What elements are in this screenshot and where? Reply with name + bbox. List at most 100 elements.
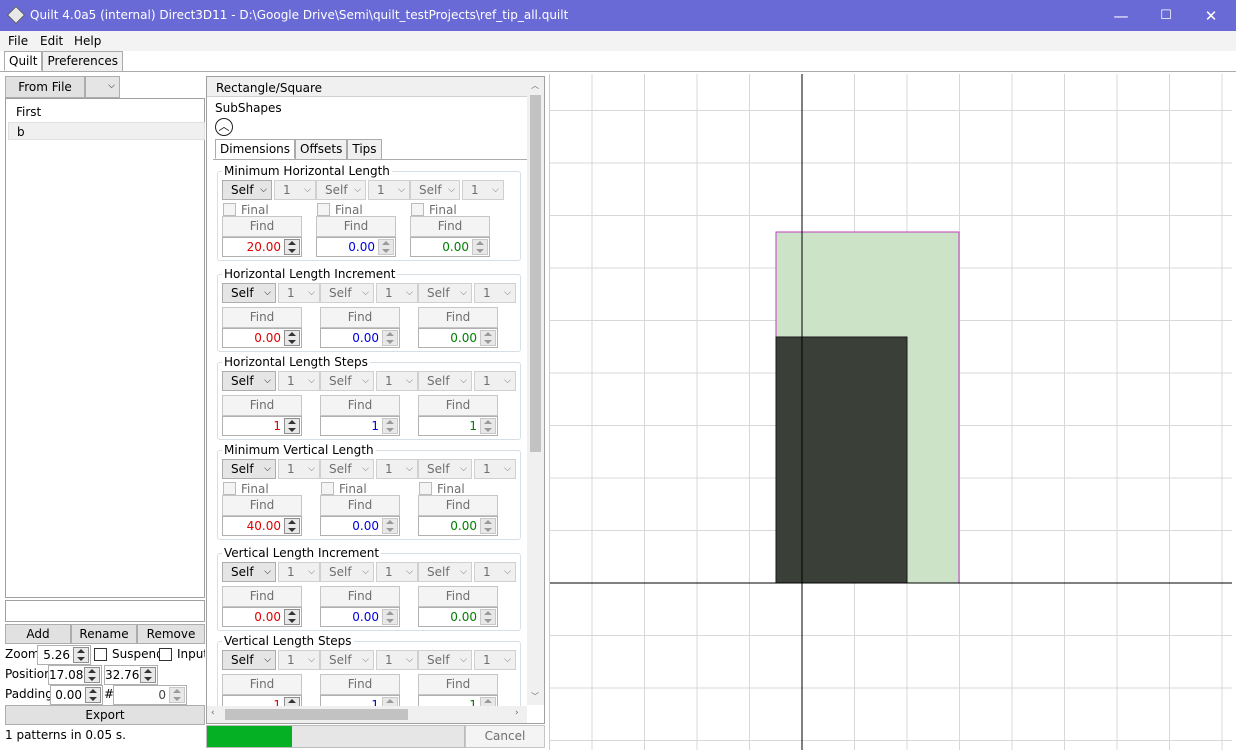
source-combo[interactable]: Self ⌵ (418, 283, 472, 303)
value-input[interactable]: 1 (222, 416, 302, 436)
index-combo[interactable]: 1 ⌵ (368, 180, 410, 200)
hash-input[interactable]: 0 (113, 685, 187, 705)
spinner-icon[interactable] (84, 667, 100, 683)
spinner-icon[interactable] (480, 418, 496, 434)
find-button[interactable]: Find (222, 216, 302, 237)
position-y-input[interactable]: 32.76 (104, 665, 158, 685)
export-button[interactable]: Export (5, 705, 205, 725)
value-input[interactable]: 0.00 (418, 607, 498, 627)
final-checkbox[interactable] (411, 203, 424, 216)
index-combo[interactable]: 1 ⌵ (274, 180, 316, 200)
source-combo[interactable]: Self ⌵ (410, 180, 460, 200)
spinner-icon[interactable] (284, 609, 300, 625)
spinner-icon[interactable] (382, 609, 398, 625)
list-item[interactable]: First (8, 103, 205, 121)
spinner-icon[interactable] (382, 330, 398, 346)
source-combo[interactable]: Self ⌵ (222, 371, 276, 391)
final-checkbox[interactable] (223, 203, 236, 216)
find-button[interactable]: Find (222, 495, 302, 516)
value-input[interactable]: 0.00 (410, 237, 490, 257)
index-combo[interactable]: 1 ⌵ (474, 283, 516, 303)
list-item[interactable]: b (8, 122, 205, 140)
find-button[interactable]: Find (320, 307, 400, 328)
spinner-icon[interactable] (73, 647, 89, 663)
tab-tips[interactable]: Tips (347, 139, 382, 159)
find-button[interactable]: Find (222, 307, 302, 328)
find-button[interactable]: Find (320, 586, 400, 607)
find-button[interactable]: Find (410, 216, 490, 237)
index-combo[interactable]: 1 ⌵ (474, 650, 516, 670)
collapse-icon[interactable]: ︿ (215, 118, 233, 136)
from-file-button[interactable]: From File (5, 76, 85, 98)
index-combo[interactable]: 1 ⌵ (278, 650, 320, 670)
horizontal-scrollbar[interactable]: ‹ › (207, 706, 527, 723)
minimize-button[interactable]: — (1098, 0, 1144, 31)
find-button[interactable]: Find (320, 495, 400, 516)
final-checkbox[interactable] (321, 482, 334, 495)
maximize-button[interactable]: ☐ (1143, 0, 1189, 31)
value-input[interactable]: 0.00 (418, 328, 498, 348)
source-combo[interactable]: Self ⌵ (222, 562, 276, 582)
menu-file[interactable]: File (8, 34, 28, 48)
index-combo[interactable]: 1 ⌵ (376, 562, 418, 582)
scroll-up-icon[interactable]: ︿ (531, 80, 539, 91)
value-input[interactable]: 40.00 (222, 516, 302, 536)
padding-input[interactable]: 0.00 (50, 685, 103, 705)
source-combo[interactable]: Self ⌵ (320, 650, 374, 670)
index-combo[interactable]: 1 ⌵ (474, 459, 516, 479)
source-combo[interactable]: Self ⌵ (316, 180, 366, 200)
index-combo[interactable]: 1 ⌵ (278, 371, 320, 391)
source-combo[interactable]: Self ⌵ (418, 459, 472, 479)
source-combo[interactable]: Self ⌵ (418, 562, 472, 582)
zoom-input[interactable]: 5.26 (37, 645, 91, 665)
pattern-list[interactable]: First b (5, 98, 205, 598)
find-button[interactable]: Find (222, 395, 302, 416)
value-input[interactable]: 0.00 (320, 328, 400, 348)
index-combo[interactable]: 1 ⌵ (376, 650, 418, 670)
final-checkbox[interactable] (419, 482, 432, 495)
tab-quilt[interactable]: Quilt (4, 51, 43, 71)
scroll-left-icon[interactable]: ‹ (211, 708, 215, 718)
spinner-icon[interactable] (284, 518, 300, 534)
tab-preferences[interactable]: Preferences (42, 51, 124, 71)
source-combo[interactable]: Self ⌵ (222, 283, 276, 303)
index-combo[interactable]: 1 ⌵ (278, 562, 320, 582)
index-combo[interactable]: 1 ⌵ (278, 283, 320, 303)
spinner-icon[interactable] (382, 518, 398, 534)
spinner-icon[interactable] (284, 330, 300, 346)
final-checkbox[interactable] (317, 203, 330, 216)
find-button[interactable]: Find (418, 307, 498, 328)
spinner-icon[interactable] (378, 239, 394, 255)
tab-dimensions[interactable]: Dimensions (215, 139, 296, 159)
value-input[interactable]: 0.00 (316, 237, 396, 257)
find-button[interactable]: Find (418, 395, 498, 416)
find-button[interactable]: Find (418, 495, 498, 516)
spinner-icon[interactable] (480, 609, 496, 625)
source-combo[interactable]: Self ⌵ (320, 459, 374, 479)
index-combo[interactable]: 1 ⌵ (376, 283, 418, 303)
value-input[interactable]: 0.00 (222, 607, 302, 627)
scroll-thumb-h[interactable] (225, 709, 408, 720)
from-file-dropdown[interactable]: ⌵ (85, 76, 120, 98)
preview-canvas[interactable] (549, 74, 1232, 750)
source-combo[interactable]: Self ⌵ (222, 650, 276, 670)
find-button[interactable]: Find (222, 674, 302, 695)
source-combo[interactable]: Self ⌵ (320, 562, 374, 582)
close-button[interactable]: ✕ (1188, 0, 1234, 31)
menu-help[interactable]: Help (74, 34, 101, 48)
index-combo[interactable]: 1 ⌵ (474, 371, 516, 391)
spinner-icon[interactable] (480, 330, 496, 346)
find-button[interactable]: Find (320, 674, 400, 695)
spinner-icon[interactable] (284, 239, 300, 255)
remove-button[interactable]: Remove (137, 624, 205, 644)
spinner-icon[interactable] (382, 418, 398, 434)
scroll-thumb[interactable] (530, 95, 541, 452)
value-input[interactable]: 0.00 (320, 516, 400, 536)
find-button[interactable]: Find (316, 216, 396, 237)
spinner-icon[interactable] (472, 239, 488, 255)
value-input[interactable]: 0.00 (418, 516, 498, 536)
input-checkbox[interactable] (159, 648, 172, 661)
source-combo[interactable]: Self ⌵ (418, 650, 472, 670)
index-combo[interactable]: 1 ⌵ (376, 371, 418, 391)
find-button[interactable]: Find (418, 674, 498, 695)
